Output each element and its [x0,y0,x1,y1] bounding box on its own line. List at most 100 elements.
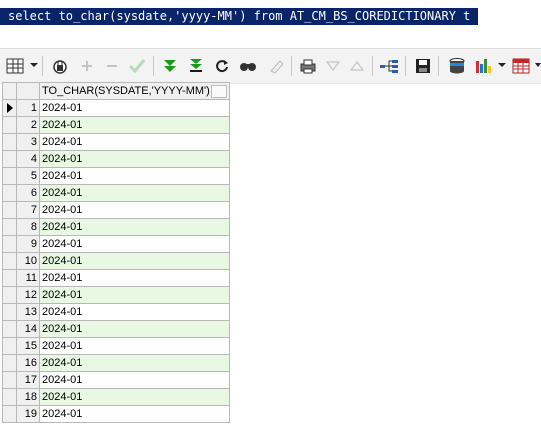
table-icon[interactable] [510,55,532,77]
cell-value[interactable]: 2024-01 [39,218,230,236]
cell-value[interactable]: 2024-01 [39,405,230,423]
cell-value[interactable]: 2024-01 [39,184,230,202]
grid-view-icon[interactable] [4,55,26,77]
export-icon[interactable] [446,55,468,77]
table-row[interactable]: 19 2024-01 [2,405,230,423]
row-number[interactable]: 5 [16,167,40,185]
lock-icon[interactable] [49,55,71,77]
row-indicator[interactable] [2,167,17,185]
row-indicator[interactable] [2,337,17,355]
refresh-icon[interactable] [211,55,233,77]
table-row[interactable]: 14 2024-01 [2,320,230,338]
find-icon[interactable] [237,55,259,77]
print-icon[interactable] [297,55,319,77]
row-indicator[interactable] [2,371,17,389]
row-indicator[interactable] [2,252,17,270]
row-indicator[interactable] [2,116,17,134]
cell-value[interactable]: 2024-01 [39,320,230,338]
table-row[interactable]: 10 2024-01 [2,252,230,270]
table-row[interactable]: 4 2024-01 [2,150,230,168]
row-indicator[interactable] [2,320,17,338]
cell-value[interactable]: 2024-01 [39,303,230,321]
row-number[interactable]: 16 [16,354,40,372]
cell-value[interactable]: 2024-01 [39,235,230,253]
column-header-button[interactable] [211,85,227,98]
cell-value[interactable]: 2024-01 [39,337,230,355]
fetch-last-icon[interactable] [185,55,207,77]
cell-value[interactable]: 2024-01 [39,388,230,406]
row-number[interactable]: 2 [16,116,40,134]
row-number[interactable]: 17 [16,371,40,389]
chart-icon[interactable] [473,55,495,77]
table-dropdown-icon[interactable] [535,61,541,69]
row-number[interactable]: 1 [16,99,40,117]
filter-down-icon[interactable] [322,55,344,77]
row-indicator[interactable] [2,150,17,168]
chart-dropdown-icon[interactable] [498,61,506,69]
row-indicator[interactable] [2,405,17,423]
grid-view-dropdown-icon[interactable] [30,61,38,69]
cell-value[interactable]: 2024-01 [39,201,230,219]
save-icon[interactable] [412,55,434,77]
cell-value[interactable]: 2024-01 [39,286,230,304]
row-indicator[interactable] [2,388,17,406]
cell-value[interactable]: 2024-01 [39,133,230,151]
table-row[interactable]: 12 2024-01 [2,286,230,304]
table-row[interactable]: 13 2024-01 [2,303,230,321]
table-row[interactable]: 17 2024-01 [2,371,230,389]
table-row[interactable]: 15 2024-01 [2,337,230,355]
row-number[interactable]: 13 [16,303,40,321]
cell-value[interactable]: 2024-01 [39,269,230,287]
plus-icon[interactable] [76,55,98,77]
row-number[interactable]: 19 [16,405,40,423]
editor-area[interactable] [0,25,541,48]
row-number[interactable]: 14 [16,320,40,338]
cell-value[interactable]: 2024-01 [39,116,230,134]
cell-value[interactable]: 2024-01 [39,167,230,185]
check-icon[interactable] [126,55,148,77]
row-number[interactable]: 10 [16,252,40,270]
row-number[interactable]: 7 [16,201,40,219]
clear-icon[interactable] [265,55,287,77]
filter-up-icon[interactable] [346,55,368,77]
row-number[interactable]: 11 [16,269,40,287]
table-row[interactable]: 18 2024-01 [2,388,230,406]
row-indicator[interactable] [2,286,17,304]
cell-value[interactable]: 2024-01 [39,99,230,117]
query-tree-icon[interactable] [378,55,400,77]
table-row[interactable]: 9 2024-01 [2,235,230,253]
table-row[interactable]: 3 2024-01 [2,133,230,151]
row-indicator[interactable] [2,235,17,253]
table-row[interactable]: 11 2024-01 [2,269,230,287]
row-indicator[interactable] [2,184,17,202]
row-indicator[interactable] [2,133,17,151]
table-row[interactable]: 7 2024-01 [2,201,230,219]
row-indicator[interactable] [2,218,17,236]
row-indicator[interactable] [2,99,17,117]
row-indicator[interactable] [2,269,17,287]
row-number[interactable]: 4 [16,150,40,168]
cell-value[interactable]: 2024-01 [39,371,230,389]
column-header[interactable]: TO_CHAR(SYSDATE,'YYYY-MM') [39,82,230,100]
row-number[interactable]: 3 [16,133,40,151]
row-indicator[interactable] [2,354,17,372]
sql-editor[interactable]: select to_char(sysdate,'yyyy-MM') from A… [0,8,541,25]
row-indicator[interactable] [2,201,17,219]
table-row[interactable]: 1 2024-01 [2,99,230,117]
row-number[interactable]: 12 [16,286,40,304]
table-row[interactable]: 8 2024-01 [2,218,230,236]
row-number[interactable]: 6 [16,184,40,202]
sql-text-selected[interactable]: select to_char(sysdate,'yyyy-MM') from A… [0,8,479,25]
table-row[interactable]: 16 2024-01 [2,354,230,372]
fetch-next-icon[interactable] [159,55,181,77]
table-row[interactable]: 2 2024-01 [2,116,230,134]
table-row[interactable]: 6 2024-01 [2,184,230,202]
row-indicator[interactable] [2,303,17,321]
row-number[interactable]: 18 [16,388,40,406]
row-number[interactable]: 15 [16,337,40,355]
cell-value[interactable]: 2024-01 [39,354,230,372]
table-row[interactable]: 5 2024-01 [2,167,230,185]
row-number[interactable]: 9 [16,235,40,253]
minus-icon[interactable] [101,55,123,77]
cell-value[interactable]: 2024-01 [39,252,230,270]
